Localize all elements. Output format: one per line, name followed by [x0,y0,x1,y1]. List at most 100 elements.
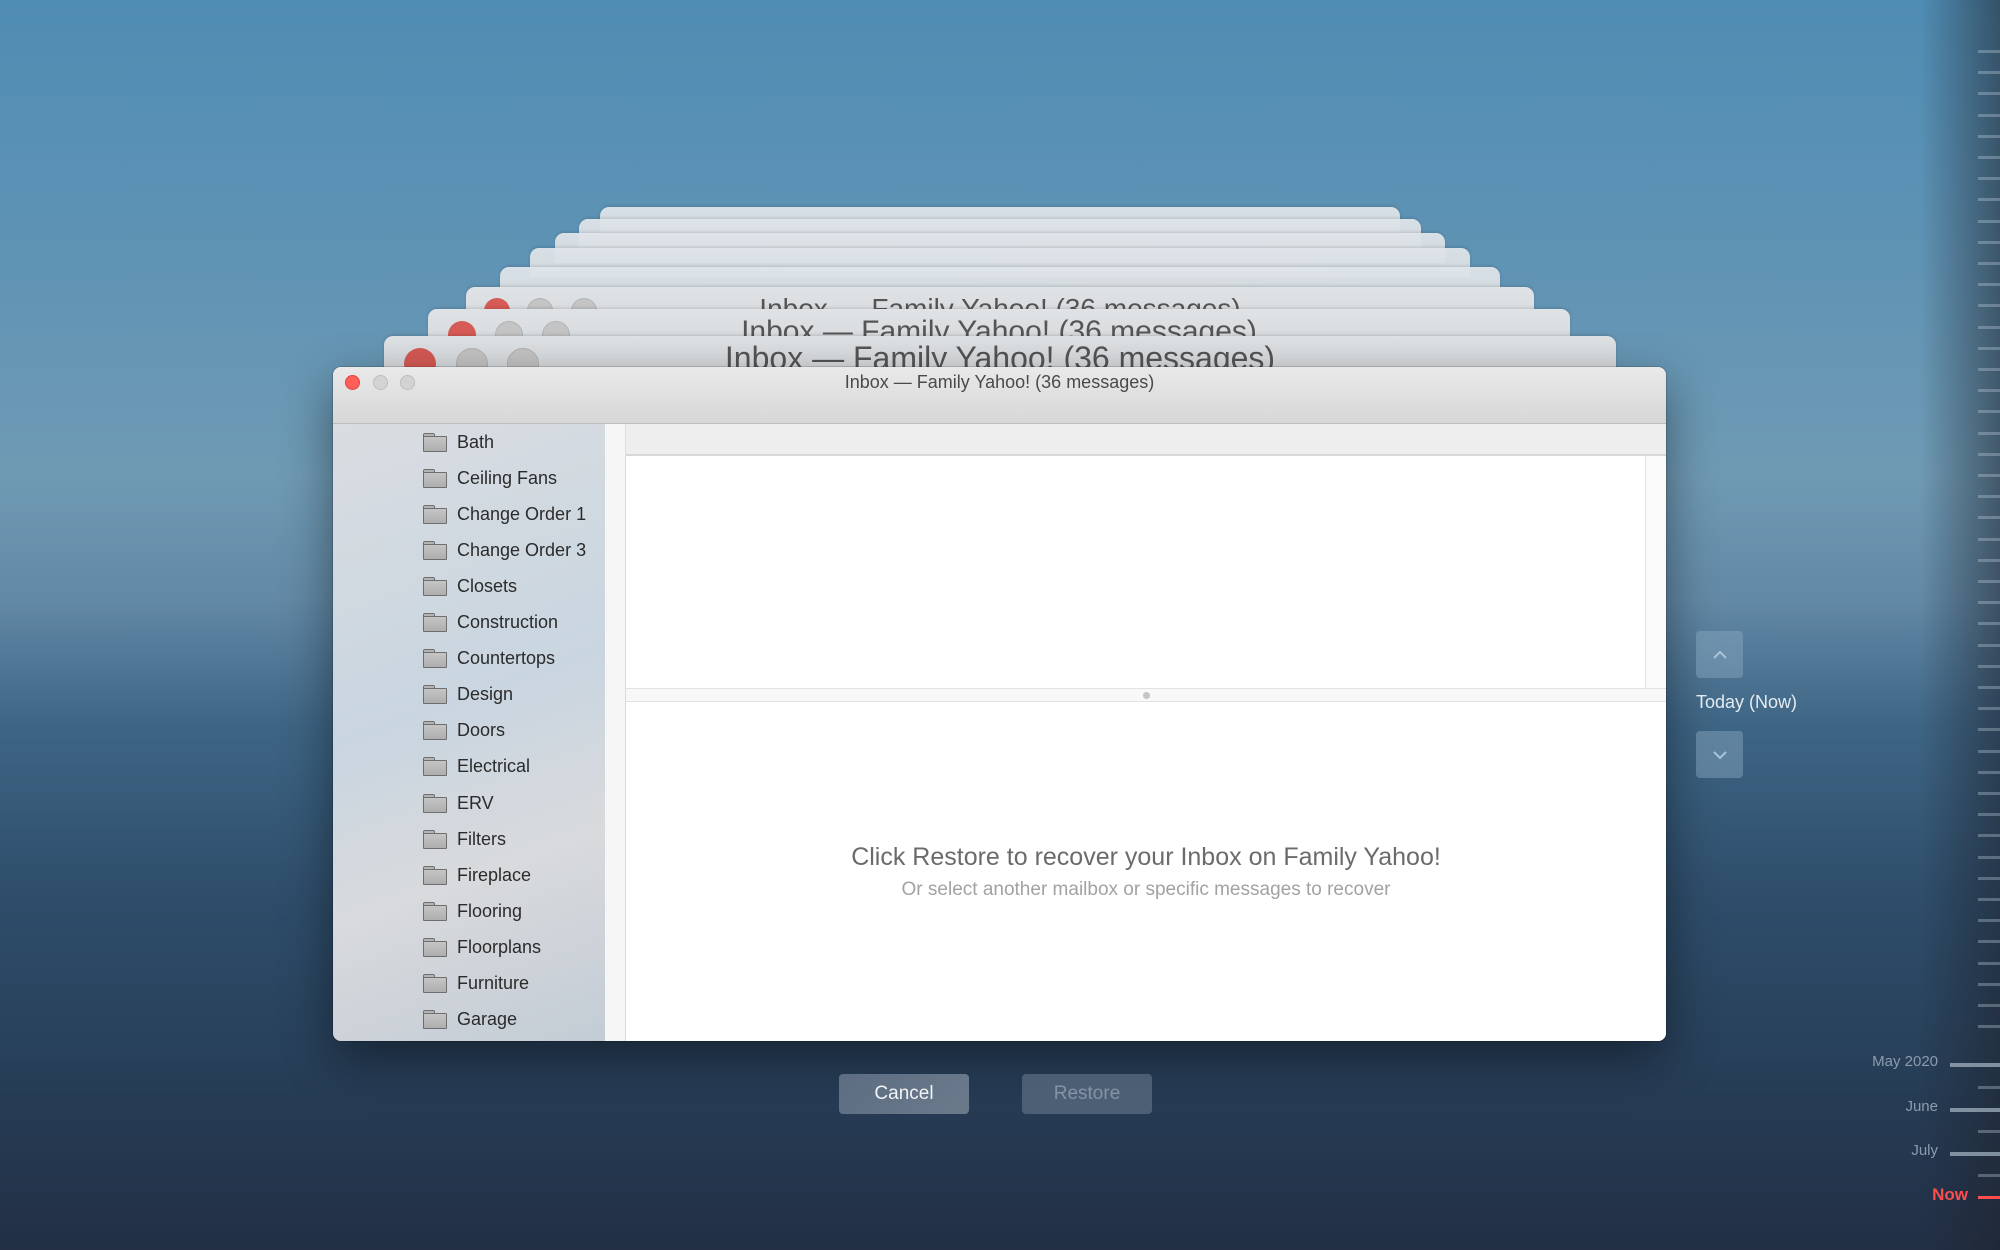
timeline-now-tick[interactable] [1978,1196,2000,1199]
folder-icon [423,576,447,596]
folder-icon [423,974,447,993]
timeline-tick[interactable] [1978,1130,2000,1133]
sidebar-folder[interactable]: Garage [423,1005,517,1035]
sidebar-folder[interactable]: Ceiling Fans [423,463,557,493]
sidebar-folder[interactable]: Design [423,680,513,710]
sidebar-folder[interactable]: Closets [423,571,517,601]
timeline-tick[interactable] [1978,580,2000,583]
sidebar-folder[interactable]: Construction [423,608,558,638]
cancel-button[interactable]: Cancel [839,1074,969,1114]
timeline-tick[interactable] [1978,71,2000,75]
timeline-tick[interactable] [1978,601,2000,605]
message-list-scrollbar[interactable] [1645,456,1666,688]
folder-label: Floorplans [457,936,542,957]
sidebar-folder[interactable]: Bath [423,427,494,457]
timeline-tick[interactable] [1978,431,2000,435]
folder-icon [423,829,447,849]
timeline-month-label[interactable]: May 2020 [1872,1053,1938,1070]
folder-label: Furniture [457,973,530,993]
timeline-tick[interactable] [1978,643,2000,647]
sidebar-folder[interactable]: Change Order 1 [423,499,586,529]
timeline-tick[interactable] [1978,855,2000,859]
timeline-now-label[interactable]: Now [1932,1185,1968,1205]
title-bar[interactable]: Inbox — Family Yahoo! (36 messages) [333,367,1666,424]
timeline-tick[interactable] [1978,1174,2000,1177]
sidebar-folder[interactable]: Change Order 3 [423,535,586,565]
timeline-tick[interactable] [1978,537,2000,541]
sidebar-folder[interactable]: Countertops [423,644,555,674]
timeline-tick[interactable] [1978,664,2000,668]
timeline-major-tick[interactable] [1950,1108,2000,1112]
mail-window: Inbox — Family Yahoo! (36 messages) Bath… [333,367,1666,1041]
sidebar-folder[interactable]: Fireplace [423,860,531,890]
timeline-tick[interactable] [1978,495,2000,499]
sidebar-folder[interactable]: Furniture [423,969,529,999]
sidebar-folder[interactable]: Doors [423,716,505,746]
timeline-tick[interactable] [1978,622,2000,626]
splitter-handle-icon[interactable] [1143,692,1150,699]
folder-label: Filters [457,828,506,849]
sidebar-folder[interactable]: ERV [423,788,494,818]
timeline-major-tick[interactable] [1950,1063,2000,1067]
timeline-tick[interactable] [1978,474,2000,477]
timeline-tick[interactable] [1978,262,2000,265]
timeline-tick[interactable] [1978,1086,2000,1089]
timeline-tick[interactable] [1978,346,2000,350]
timeline-tick[interactable] [1978,389,2000,393]
message-list-header[interactable] [626,424,1666,456]
message-pane: Click Restore to recover your Inbox on F… [626,424,1666,1041]
pane-splitter[interactable] [626,688,1666,702]
timeline-tick[interactable] [1978,686,2000,689]
timeline-tick[interactable] [1978,961,2000,965]
timeline-tick[interactable] [1978,898,2000,901]
timeline-tick[interactable] [1978,1025,2000,1029]
folder-icon [423,901,447,921]
timeline-tick[interactable] [1978,219,2000,223]
timeline-tick[interactable] [1978,919,2000,923]
timeline-major-tick[interactable] [1950,1152,2000,1156]
timeline-tick[interactable] [1978,240,2000,244]
timeline-tick[interactable] [1978,156,2000,159]
timeline-month-label[interactable]: June [1905,1098,1938,1115]
folder-label: Closets [457,575,518,596]
timeline-tick[interactable] [1978,834,2000,838]
timeline-month-label[interactable]: July [1911,1142,1938,1159]
folder-label: Change Order 1 [457,503,587,524]
timeline-tick[interactable] [1978,813,2000,817]
message-preview: Click Restore to recover your Inbox on F… [626,702,1666,1041]
timeline-tick[interactable] [1978,410,2000,414]
timeline-tick[interactable] [1978,558,2000,562]
timeline-tick[interactable] [1978,749,2000,753]
timeline-tick[interactable] [1978,92,2000,96]
restore-button[interactable]: Restore [1022,1074,1152,1114]
timeline-tick[interactable] [1978,516,2000,520]
sidebar-folder[interactable]: Electrical [423,752,530,782]
timeline-tick[interactable] [1978,940,2000,944]
timeline-tick[interactable] [1978,707,2000,711]
sidebar-folder[interactable]: Filters [423,824,506,854]
folder-label: Ceiling Fans [457,467,558,488]
sidebar-scrollbar[interactable] [605,424,626,1041]
sidebar-folder[interactable]: Flooring [423,896,522,926]
timeline-tick[interactable] [1978,325,2000,329]
timeline-tick[interactable] [1978,283,2000,287]
timeline-tick[interactable] [1978,452,2000,456]
timeline-tick[interactable] [1978,304,2000,308]
timeline-tick[interactable] [1978,876,2000,880]
message-list[interactable] [626,456,1646,688]
timeline-tick[interactable] [1978,177,2000,181]
timeline-tick[interactable] [1978,368,2000,371]
timeline-tick[interactable] [1978,134,2000,138]
timeline-tick[interactable] [1978,728,2000,732]
timeline-tick[interactable] [1978,198,2000,202]
timeline-tick[interactable] [1978,50,2000,53]
timeline-tick[interactable] [1978,770,2000,774]
timeline-back-button[interactable] [1696,631,1743,678]
folder-label: ERV [457,792,494,813]
timeline-tick[interactable] [1978,113,2000,117]
timeline-forward-button[interactable] [1696,731,1743,778]
timeline-tick[interactable] [1978,1004,2000,1007]
timeline-tick[interactable] [1978,792,2000,795]
sidebar-folder[interactable]: Floorplans [423,932,541,962]
timeline-tick[interactable] [1978,982,2000,986]
